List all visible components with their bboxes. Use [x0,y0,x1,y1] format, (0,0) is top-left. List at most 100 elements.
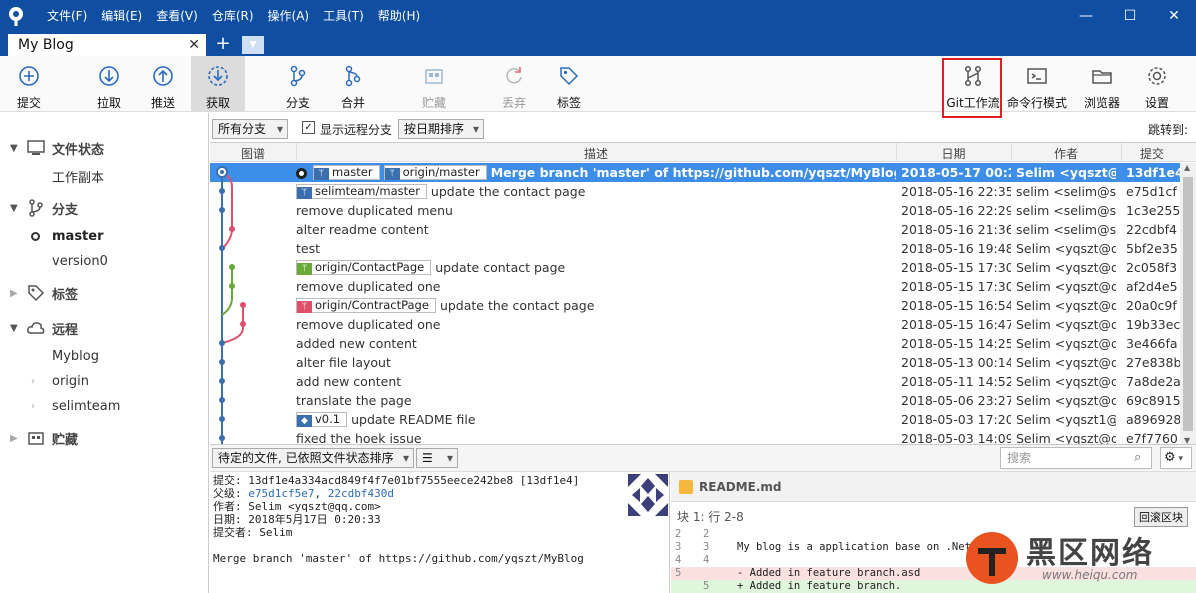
sidebar-stashes[interactable]: ▶ 贮藏 [0,426,209,450]
menu-item[interactable]: 操作(A) [261,0,317,32]
toolbar-label: 贮藏 [421,96,446,110]
chevron-right-icon: › [31,375,35,387]
menu-item[interactable]: 帮助(H) [371,0,427,32]
sidebar-tags[interactable]: ▶ 标签 [0,281,209,305]
sourcetree-logo-icon [0,0,32,32]
settings-icon [1148,67,1166,85]
sidebar-item-working-copy[interactable]: 工作副本 [0,164,209,188]
toolbar-tag-button[interactable]: 标签 [542,56,596,112]
sidebar-item-myblog[interactable]: Myblog [0,344,209,368]
table-row[interactable]: alter file layout 2018-05-13 00:14 Selim <… [210,353,1180,372]
sidebar-working-copy-label: 工作副本 [52,170,105,186]
commit-author: Selim <yqszt@qq [1016,355,1116,370]
toolbar-settings-button[interactable]: 设置 [1130,56,1184,112]
table-row[interactable]: remove duplicated one 2018-05-15 16:47 Sel… [210,315,1180,334]
view-mode-dropdown[interactable]: ☰ [416,448,458,468]
revert-hunk-button[interactable]: 回滚区块 [1134,507,1188,527]
toolbar-pull-button[interactable]: 拉取 [82,56,136,112]
table-row[interactable]: add new content 2018-05-11 14:52 Selim <yq… [210,372,1180,391]
commit-author: Selim <yqszt@qq [1016,336,1116,351]
table-row[interactable]: ᛘ selimteam/master update the contact page… [210,182,1180,201]
branch-badge[interactable]: ᛘ master [313,165,380,180]
commit-hash: 22cdbf4 [1126,222,1178,237]
scrollbar-thumb[interactable] [1183,177,1193,431]
menu-item[interactable]: 查看(V) [149,0,205,32]
table-row[interactable]: ᛘ master ᛘ origin/master Merge branch 'maste… [210,163,1180,182]
toolbar-label: 丢弃 [501,96,526,110]
table-row[interactable]: ᛘ origin/ContactPage update contact page 20… [210,258,1180,277]
table-row[interactable]: added new content 2018-05-15 14:25 Selim <… [210,334,1180,353]
table-row[interactable]: alter readme content 2018-05-16 21:36 seli… [210,220,1180,239]
commit-author: Selim <yqszt@qq [1016,165,1116,180]
toolbar-commit-button[interactable]: 提交 [2,56,56,112]
commit-icon [19,66,39,86]
sidebar-file-status[interactable]: ▼ 文件状态 [0,136,209,160]
commit-description: added new content [296,336,417,351]
tab-dropdown-button[interactable]: ▼ [242,36,264,54]
sidebar-remote-label: origin [52,373,90,389]
toolbar-merge-button[interactable]: 合并 [326,56,380,112]
tab-my-blog[interactable]: My Blog ✕ [8,34,206,56]
toolbar-label: 合并 [340,96,365,110]
sidebar-remotes[interactable]: ▼ 远程 [0,316,209,340]
pending-files-sort-dropdown[interactable]: 待定的文件, 已依照文件状态排序 [212,448,414,468]
sidebar-item-master[interactable]: master [0,224,209,248]
toolbar-branch-button[interactable]: 分支 [271,56,325,112]
sort-dropdown[interactable]: 按日期排序 [398,119,484,139]
tab-close-icon[interactable]: ✕ [188,34,200,56]
toolbar-terminal-button[interactable]: 命令行模式 [1007,56,1067,112]
table-row[interactable]: fixed the hoek issue 2018-05-03 14:09 Seli… [210,429,1180,445]
table-row[interactable]: ◆ v0.1 update README file 2018-05-03 17:20 S… [210,410,1180,429]
col-graph[interactable]: 图谱 [210,145,296,162]
sidebar-item-selimteam[interactable]: › selimteam [0,394,209,418]
toolbar-discard-button[interactable]: 丢弃 [487,56,541,112]
commit-date: 2018-05-06 23:27 [901,393,1011,408]
tag-badge[interactable]: ◆ v0.1 [296,412,348,427]
maximize-button[interactable]: ☐ [1108,0,1152,32]
diff-file-name: README.md [699,480,782,494]
minimize-button[interactable]: — [1064,0,1108,32]
new-tab-button[interactable]: + [212,34,234,56]
toolbar-fetch-button[interactable]: 获取 [191,56,245,112]
menu-item[interactable]: 编辑(E) [94,0,149,32]
parent-link[interactable]: e75d1cf5e7 [248,487,314,500]
commit-date: 2018-05-16 22:29 [901,203,1011,218]
col-commit[interactable]: 提交 [1121,145,1183,162]
branch-badge[interactable]: ᛘ origin/master [383,165,487,180]
commit-date: 2018-05-16 19:48 [901,241,1011,256]
toolbar-stash-button[interactable]: 贮藏 [407,56,461,112]
sidebar-branches[interactable]: ▼ 分支 [0,196,209,220]
branch-badge[interactable]: ᛘ origin/ContractPage [296,298,436,313]
close-button[interactable]: ✕ [1152,0,1196,32]
jump-to-label: 跳转到: [1147,123,1188,137]
col-description[interactable]: 描述 [296,145,896,162]
col-date[interactable]: 日期 [896,145,1011,162]
commit-author: Selim <yqszt@qq [1016,241,1116,256]
menu-item[interactable]: 仓库(R) [205,0,261,32]
search-input[interactable]: 搜索 [1000,447,1152,469]
commit-list-scrollbar[interactable]: ▲ ▼ [1180,163,1196,445]
table-row[interactable]: remove duplicated one 2018-05-15 17:30 Sel… [210,277,1180,296]
commit-hash-full[interactable]: 13df1e4a334acd849f4f7e01bf7555eece242be8… [248,474,579,487]
branch-badge[interactable]: ᛘ origin/ContactPage [296,260,432,275]
toolbar-label: 设置 [1144,96,1169,110]
chevron-right-icon: ▶ [10,287,18,299]
show-remote-checkbox[interactable]: ✓ [302,121,315,134]
branch-filter-dropdown[interactable]: 所有分支 [212,119,288,139]
settings-dropdown[interactable]: ⚙ ▾ [1160,447,1192,469]
sidebar-item-origin[interactable]: › origin [0,369,209,393]
parent-link[interactable]: 22cdbf430d [328,487,394,500]
menu-item[interactable]: 工具(T) [316,0,371,32]
sidebar-item-version0[interactable]: version0 [0,249,209,273]
table-row[interactable]: ᛘ origin/ContractPage update the contact p… [210,296,1180,315]
show-remote-label: 显示远程分支 [320,123,393,137]
toolbar-browser-button[interactable]: 浏览器 [1075,56,1129,112]
branch-badge[interactable]: ᛘ selimteam/master [296,184,427,199]
toolbar-push-button[interactable]: 推送 [136,56,190,112]
table-row[interactable]: remove duplicated menu 2018-05-16 22:29 se… [210,201,1180,220]
table-row[interactable]: test 2018-05-16 19:48 Selim <yqszt@qq 5bf2e… [210,239,1180,258]
diff-file-header: README.md [671,472,1196,502]
table-row[interactable]: translate the page 2018-05-06 23:27 Selim … [210,391,1180,410]
menu-item[interactable]: 文件(F) [40,0,94,32]
col-author[interactable]: 作者 [1011,145,1121,162]
